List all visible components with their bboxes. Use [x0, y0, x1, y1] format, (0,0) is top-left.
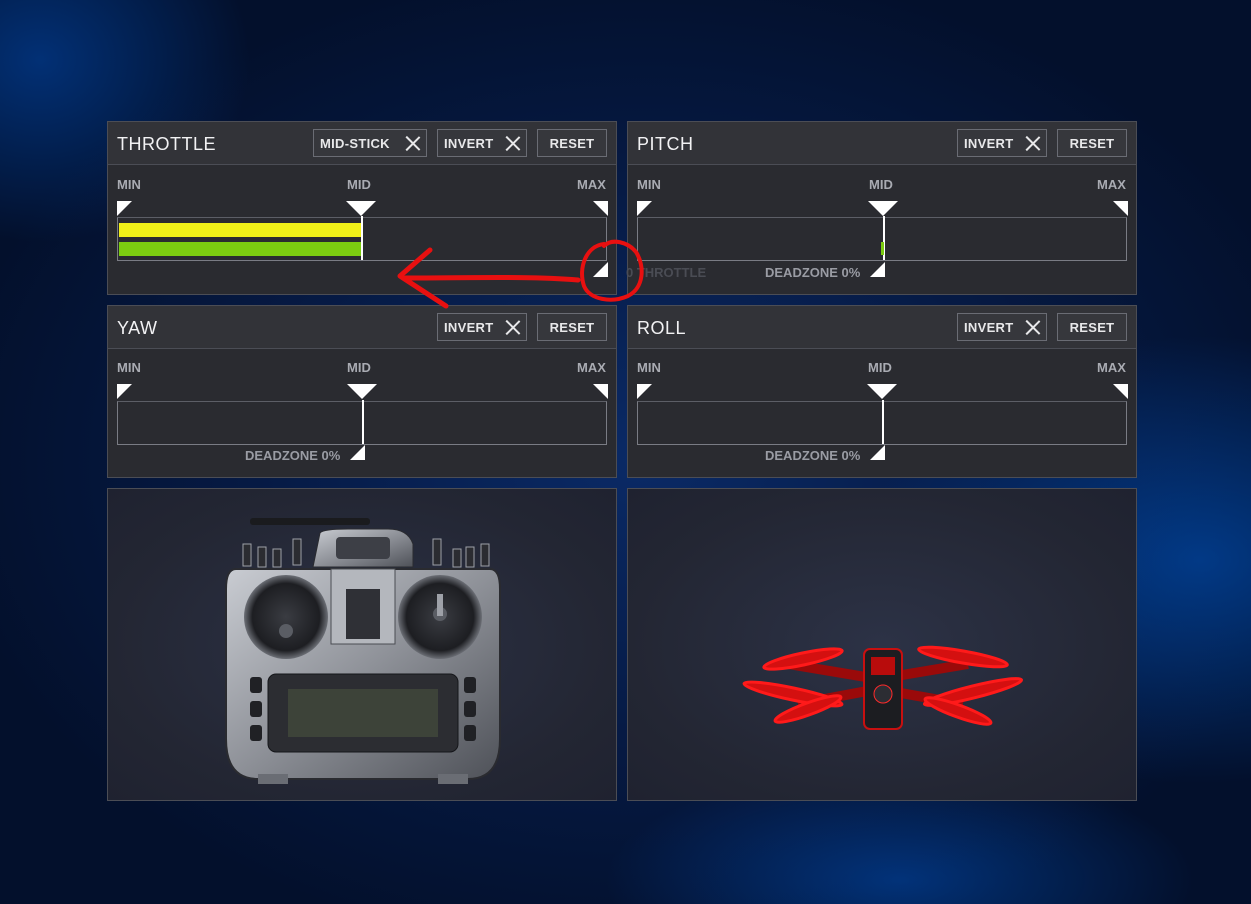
- deadzone-handle[interactable]: [870, 445, 885, 460]
- scale-mid-label: MID: [869, 177, 893, 192]
- pitch-level-indicator: [881, 242, 884, 255]
- mid-stick-toggle-button[interactable]: MID-STICK: [313, 129, 427, 157]
- invert-label: INVERT: [444, 319, 494, 335]
- close-icon: [505, 319, 521, 335]
- scale-mid-label: MID: [868, 360, 892, 375]
- throttle-track: [117, 216, 607, 261]
- scale-min-label: MIN: [117, 177, 141, 192]
- pitch-track: [637, 216, 1127, 261]
- min-marker[interactable]: [637, 384, 652, 399]
- yaw-reset-button[interactable]: RESET: [537, 313, 607, 341]
- mid-line: [361, 216, 363, 260]
- close-icon: [405, 135, 421, 151]
- deadzone-handle[interactable]: [870, 262, 885, 277]
- max-marker[interactable]: [593, 384, 608, 399]
- controller-preview-panel: [107, 488, 617, 801]
- max-marker[interactable]: [1113, 384, 1128, 399]
- throttle-level-bar-upper: [119, 223, 361, 237]
- throttle-title: THROTTLE: [117, 134, 217, 154]
- roll-reset-button[interactable]: RESET: [1057, 313, 1127, 341]
- throttle-header: THROTTLE MID-STICK INVERT RESET: [108, 122, 616, 165]
- roll-title: ROLL: [637, 318, 687, 338]
- roll-panel: ROLL INVERT RESET MIN MID MAX DEADZONE 0…: [627, 305, 1137, 478]
- close-icon: [1025, 135, 1041, 151]
- mid-stick-label: MID-STICK: [320, 135, 390, 151]
- mid-line: [882, 400, 884, 444]
- roll-header: ROLL INVERT RESET: [628, 306, 1136, 349]
- scale-min-label: MIN: [637, 360, 661, 375]
- pitch-reset-button[interactable]: RESET: [1057, 129, 1127, 157]
- scale-max-label: MAX: [577, 177, 606, 192]
- pitch-title: PITCH: [637, 134, 694, 154]
- deadzone-label: DEADZONE 0%: [245, 448, 341, 463]
- scale-mid-label: MID: [347, 177, 371, 192]
- invert-label: INVERT: [964, 319, 1014, 335]
- deadzone-label: DEADZONE 0%: [765, 265, 861, 280]
- close-icon: [1025, 319, 1041, 335]
- roll-track: [637, 400, 1127, 445]
- mid-line: [362, 400, 364, 444]
- deadzone-handle[interactable]: [593, 262, 608, 277]
- pitch-header: PITCH INVERT RESET: [628, 122, 1136, 165]
- quadcopter-drone-icon: [742, 645, 1024, 730]
- yaw-invert-button[interactable]: INVERT: [437, 313, 527, 341]
- min-marker[interactable]: [117, 201, 132, 216]
- throttle-panel: THROTTLE MID-STICK INVERT RESET MIN MID …: [107, 121, 617, 295]
- overlap-throttle-label: 0 THROTTLE: [626, 265, 707, 280]
- scale-min-label: MIN: [117, 360, 141, 375]
- invert-label: INVERT: [444, 135, 494, 151]
- throttle-reset-button[interactable]: RESET: [537, 129, 607, 157]
- close-icon: [505, 135, 521, 151]
- drone-preview-panel: [627, 488, 1137, 801]
- scale-min-label: MIN: [637, 177, 661, 192]
- pitch-panel: PITCH INVERT RESET MIN MID MAX 0 THROTTL…: [626, 121, 1137, 295]
- max-marker[interactable]: [1113, 201, 1128, 216]
- scale-max-label: MAX: [577, 360, 606, 375]
- yaw-panel: YAW INVERT RESET MIN MID MAX DEADZONE 0%: [107, 305, 617, 478]
- max-marker[interactable]: [593, 201, 608, 216]
- yaw-title: YAW: [117, 318, 158, 338]
- min-marker[interactable]: [117, 384, 132, 399]
- radio-transmitter-icon: [225, 518, 501, 784]
- yaw-header: YAW INVERT RESET: [108, 306, 616, 349]
- scale-max-label: MAX: [1097, 177, 1126, 192]
- throttle-level-bar-lower: [119, 242, 361, 256]
- invert-label: INVERT: [964, 135, 1014, 151]
- roll-invert-button[interactable]: INVERT: [957, 313, 1047, 341]
- deadzone-label: DEADZONE 0%: [765, 448, 861, 463]
- mid-marker[interactable]: [868, 201, 898, 216]
- scale-max-label: MAX: [1097, 360, 1126, 375]
- yaw-track: [117, 400, 607, 445]
- mid-marker[interactable]: [347, 384, 377, 399]
- mid-marker[interactable]: [867, 384, 897, 399]
- pitch-invert-button[interactable]: INVERT: [957, 129, 1047, 157]
- scale-mid-label: MID: [347, 360, 371, 375]
- deadzone-handle[interactable]: [350, 445, 365, 460]
- mid-marker[interactable]: [346, 201, 376, 216]
- min-marker[interactable]: [637, 201, 652, 216]
- throttle-invert-button[interactable]: INVERT: [437, 129, 527, 157]
